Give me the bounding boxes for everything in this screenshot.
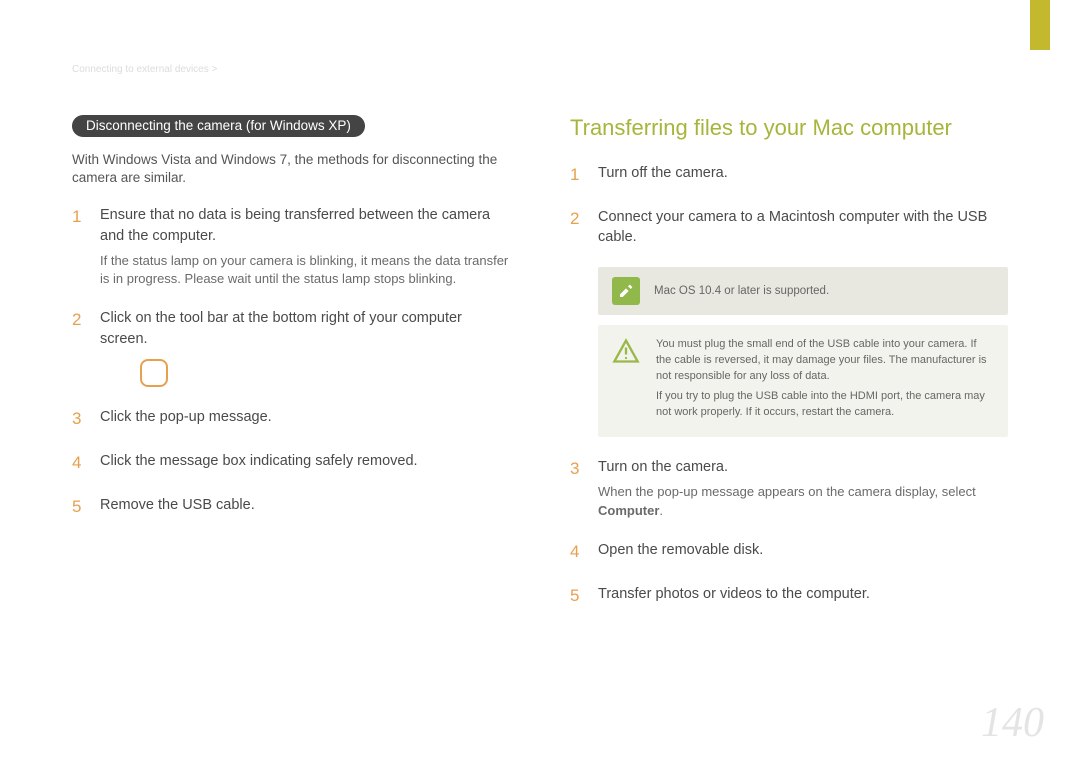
step-text: Transfer photos or videos to the compute… [598,586,870,602]
step-text: Connect your camera to a Macintosh compu… [598,209,987,245]
step-number: 3 [570,457,584,520]
step-subtext: When the pop-up message appears on the c… [598,483,1008,519]
section-tab-marker [1030,0,1050,50]
right-column: Transferring files to your Mac computer … [570,115,1008,627]
step-text: Turn off the camera. [598,165,728,181]
step-item: 5 Remove the USB cable. [72,495,510,519]
step-item: 2 Connect your camera to a Macintosh com… [570,207,1008,248]
step-number: 5 [570,584,584,608]
warning-box: You must plug the small end of the USB c… [598,325,1008,437]
page-number: 140 [981,699,1044,747]
step-number: 2 [570,207,584,248]
step-item: 2 Click on the tool bar at the bottom ri… [72,308,510,387]
warning-text: If you try to plug the USB cable into th… [656,389,994,421]
note-text: Mac OS 10.4 or later is supported. [654,285,829,297]
step-text: Remove the USB cable. [100,497,255,513]
step-text: on the tool bar at the bottom right of y… [100,310,462,346]
step-number: 1 [570,163,584,187]
step-number: 4 [72,451,86,475]
left-column: Disconnecting the camera (for Windows XP… [72,115,510,627]
step-text: Click the message box indicating safely … [100,453,418,469]
step-text: Ensure that no data is being transferred… [100,207,490,243]
step-text: Click [100,310,135,326]
step-item: 3 Turn on the camera. When the pop-up me… [570,457,1008,520]
warning-triangle-icon [612,337,642,425]
step-text: Open the removable disk. [598,542,763,558]
step-number: 2 [72,308,86,387]
step-subtext: If the status lamp on your camera is bli… [100,252,510,288]
step-item: 3 Click the pop-up message. [72,407,510,431]
breadcrumb: Connecting to external devices > [72,64,217,75]
warning-text: You must plug the small end of the USB c… [656,337,994,385]
intro-text: With Windows Vista and Windows 7, the me… [72,151,510,187]
step-number: 5 [72,495,86,519]
step-number: 4 [570,540,584,564]
step-item: 4 Open the removable disk. [570,540,1008,564]
step-number: 1 [72,205,86,288]
toolbar-tray-icon [140,359,168,387]
step-number: 3 [72,407,86,431]
pen-note-icon [612,277,640,305]
step-item: 5 Transfer photos or videos to the compu… [570,584,1008,608]
step-text: Turn on the camera. [598,459,728,475]
note-box: Mac OS 10.4 or later is supported. [598,267,1008,315]
section-title: Transferring files to your Mac computer [570,115,1008,141]
step-item: 1 Turn off the camera. [570,163,1008,187]
step-item: 1 Ensure that no data is being transferr… [72,205,510,288]
step-text: Click the pop-up message. [100,409,272,425]
subsection-pill: Disconnecting the camera (for Windows XP… [72,115,365,137]
step-item: 4 Click the message box indicating safel… [72,451,510,475]
